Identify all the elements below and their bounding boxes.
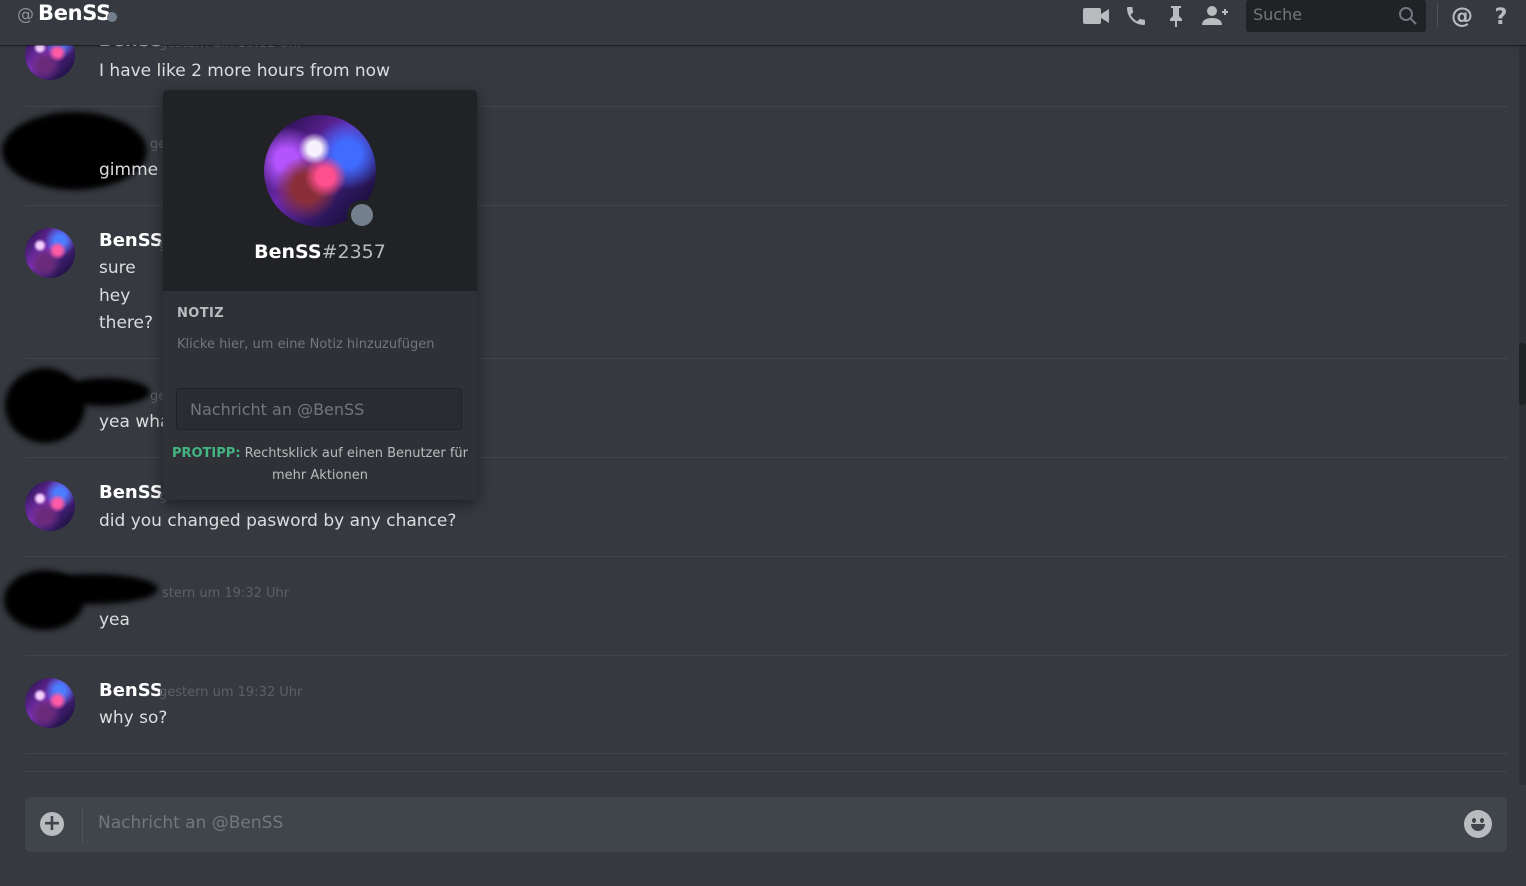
message-text: why so? — [99, 708, 168, 728]
video-call-icon[interactable] — [1082, 2, 1110, 30]
popout-message-placeholder: Nachricht an @BenSS — [190, 400, 365, 419]
redacted-area — [60, 378, 150, 406]
discriminator: #2357 — [321, 241, 386, 263]
svg-text:@: @ — [1451, 4, 1473, 28]
add-friend-icon[interactable] — [1201, 2, 1229, 30]
popout-header: BenSS#2357 — [163, 90, 477, 291]
message-divider — [25, 556, 1507, 557]
user-popout: BenSS#2357 NOTIZ Klicke hier, um eine No… — [163, 90, 477, 500]
status-indicator — [107, 12, 117, 22]
composer-divider — [82, 807, 83, 843]
mentions-icon[interactable]: @ — [1448, 2, 1476, 30]
message-author[interactable]: BenSS — [99, 680, 163, 701]
note-label: NOTIZ — [177, 306, 225, 321]
search-input[interactable]: Suche — [1246, 0, 1426, 32]
message-timestamp: stern um 19:32 Uhr — [162, 586, 290, 601]
message-text: yea — [99, 610, 130, 630]
popout-message-input[interactable]: Nachricht an @BenSS — [176, 388, 462, 430]
emoji-picker-icon[interactable] — [1464, 810, 1492, 838]
message-text: did you changed pasword by any chance? — [99, 511, 457, 531]
message-text: there? — [99, 313, 153, 333]
message-divider — [25, 753, 1507, 754]
status-indicator — [347, 200, 377, 230]
avatar[interactable] — [25, 481, 75, 531]
emoji-mouth — [1471, 824, 1485, 831]
message-composer[interactable]: + Nachricht an @BenSS — [25, 797, 1507, 852]
protip-tag: PROTIPP: — [171, 446, 241, 461]
svg-text:?: ? — [1495, 5, 1508, 28]
protip-text: Rechtsklick auf einen Benutzer für mehr … — [244, 446, 469, 483]
avatar[interactable] — [25, 678, 75, 728]
message-text: I have like 2 more hours from now — [99, 61, 390, 81]
redacted-area — [30, 574, 158, 604]
scrollbar-thumb[interactable] — [1519, 343, 1526, 405]
message-divider — [25, 771, 1507, 772]
composer-input[interactable]: Nachricht an @BenSS — [98, 813, 283, 833]
message-author[interactable]: BenSS — [99, 230, 163, 251]
message-timestamp: gestern um 19:32 Uhr — [159, 685, 303, 700]
redacted-area — [5, 368, 85, 443]
voice-call-icon[interactable] — [1122, 2, 1150, 30]
search-icon[interactable] — [1398, 6, 1418, 30]
popout-username: BenSS#2357 — [163, 241, 477, 263]
username: BenSS — [254, 241, 322, 263]
message-divider — [25, 655, 1507, 656]
pinned-messages-icon[interactable] — [1162, 2, 1190, 30]
upload-plus-icon[interactable]: + — [40, 812, 64, 836]
message-text: sure — [99, 258, 136, 278]
channel-header: @ BenSS Suche @ ? — [0, 0, 1526, 45]
message-text: yea wha — [99, 412, 171, 432]
protip: PROTIPP: Rechtsklick auf einen Benutzer … — [163, 443, 477, 487]
message-text: hey — [99, 286, 131, 306]
message-author[interactable]: BenSS — [99, 482, 163, 503]
header-divider — [1437, 3, 1438, 27]
channel-name[interactable]: BenSS — [38, 1, 111, 25]
dm-at-icon: @ — [17, 5, 34, 25]
note-input[interactable]: Klicke hier, um eine Notiz hinzuzufügen — [177, 337, 434, 352]
scrollbar-track[interactable] — [1519, 45, 1526, 785]
search-placeholder: Suche — [1253, 5, 1303, 24]
help-icon[interactable]: ? — [1487, 2, 1515, 30]
avatar[interactable] — [25, 228, 75, 278]
